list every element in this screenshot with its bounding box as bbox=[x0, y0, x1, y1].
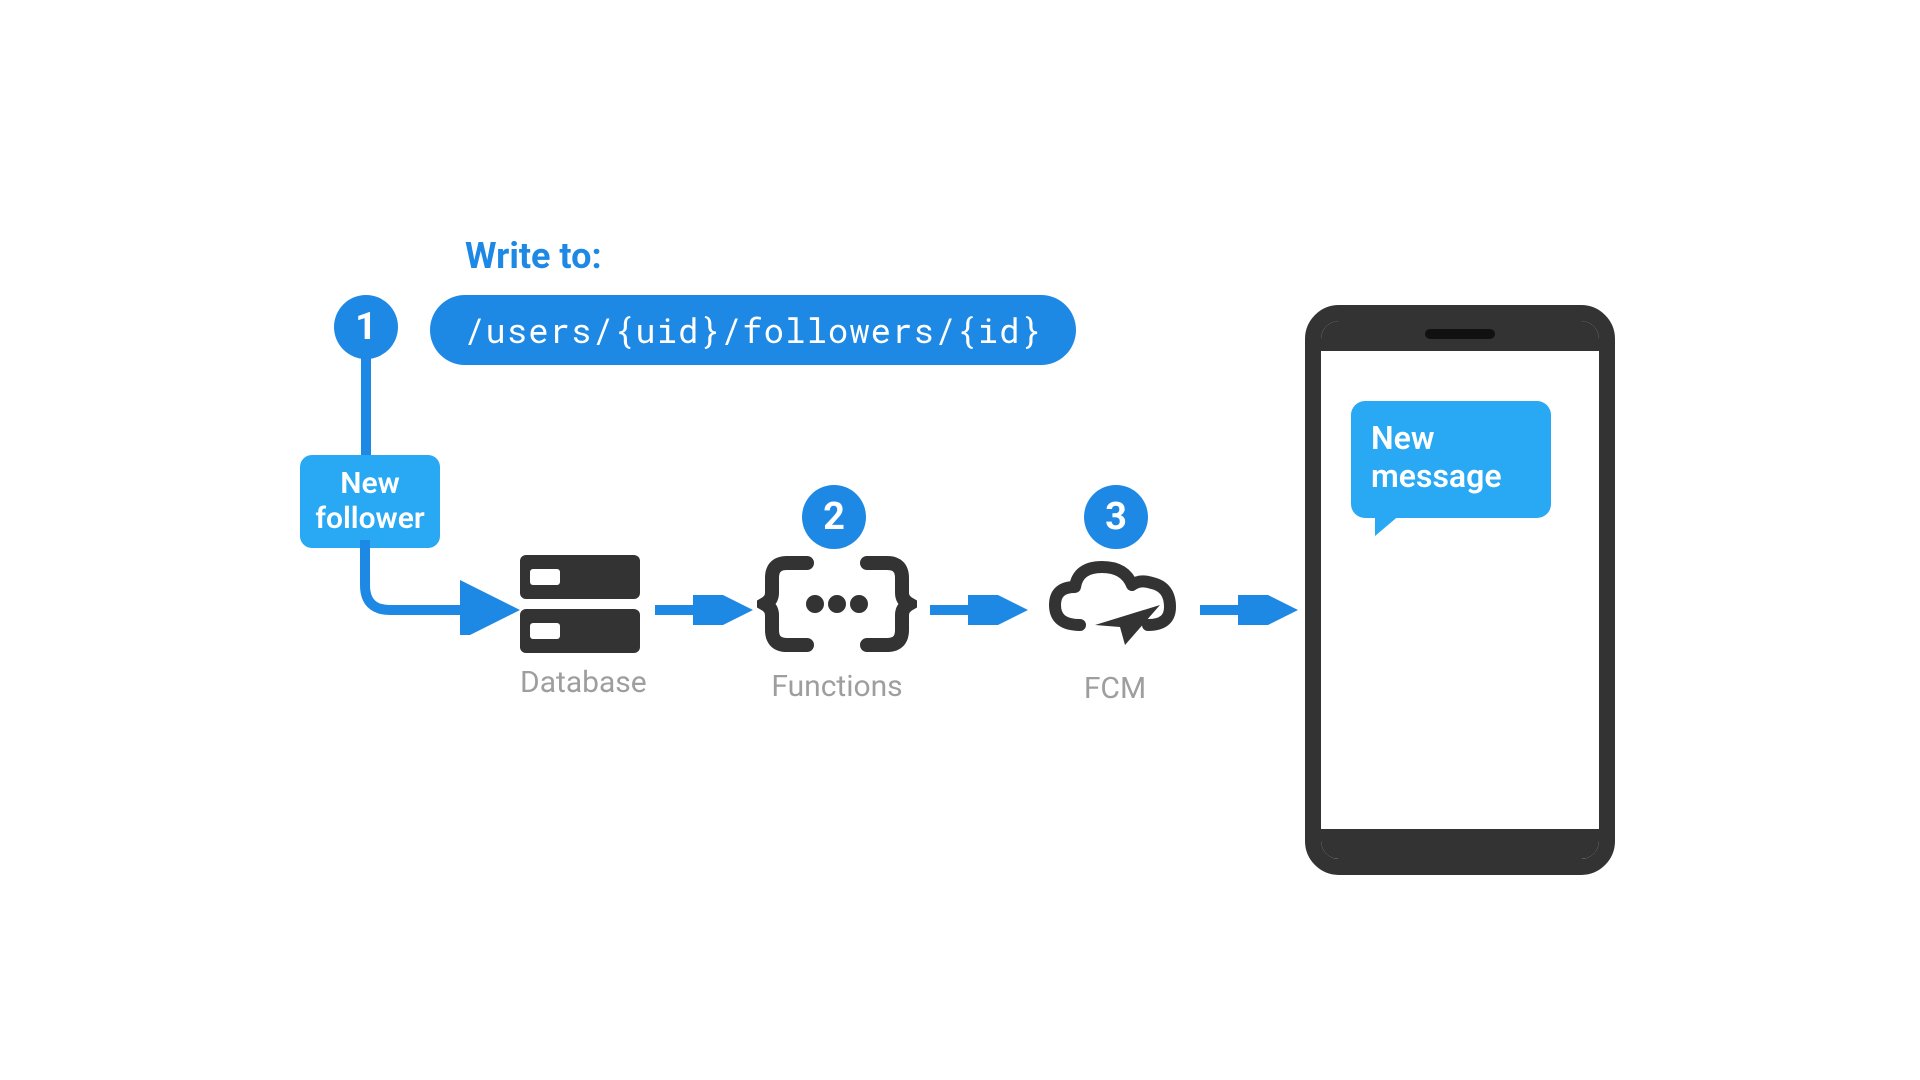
new-follower-trigger: New follower bbox=[300, 455, 440, 548]
functions-node: Functions bbox=[757, 555, 917, 704]
database-node: Database bbox=[520, 555, 647, 700]
arrow-trigger-to-database bbox=[355, 540, 525, 635]
notification-line1: New bbox=[1371, 419, 1531, 457]
step-badge-1: 1 bbox=[334, 295, 398, 359]
functions-icon bbox=[757, 555, 917, 653]
write-path-text: /users/{uid}/followers/{id} bbox=[464, 308, 1042, 353]
step-badge-2: 2 bbox=[802, 485, 866, 549]
fcm-label: FCM bbox=[1040, 671, 1190, 706]
step-badge-3: 3 bbox=[1084, 485, 1148, 549]
arrow-fcm-to-phone bbox=[1200, 595, 1300, 625]
connector-badge1-to-trigger bbox=[360, 355, 380, 455]
notification-line2: message bbox=[1371, 457, 1531, 495]
write-to-heading: Write to: bbox=[465, 235, 602, 277]
trigger-line2: follower bbox=[308, 502, 432, 537]
database-label: Database bbox=[520, 665, 647, 700]
notification-bubble: New message bbox=[1351, 401, 1551, 518]
database-icon bbox=[520, 555, 640, 653]
write-path-pill: /users/{uid}/followers/{id} bbox=[430, 295, 1076, 365]
trigger-line1: New bbox=[308, 467, 432, 502]
diagram-canvas: Write to: /users/{uid}/followers/{id} 1 … bbox=[240, 135, 1680, 945]
fcm-node: FCM bbox=[1040, 555, 1190, 706]
phone-speaker bbox=[1425, 329, 1495, 339]
cloud-send-icon bbox=[1040, 555, 1190, 655]
phone-device: New message bbox=[1305, 305, 1615, 875]
functions-label: Functions bbox=[757, 669, 917, 704]
arrow-database-to-functions bbox=[655, 595, 755, 625]
arrow-functions-to-fcm bbox=[930, 595, 1030, 625]
